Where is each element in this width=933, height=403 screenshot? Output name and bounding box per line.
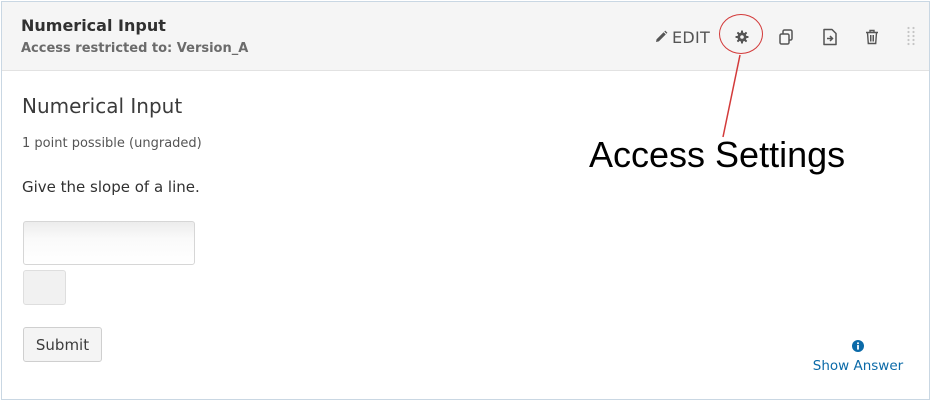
show-answer-label: Show Answer (812, 358, 904, 374)
component-title: Numerical Input (21, 16, 166, 35)
edit-label: EDIT (672, 27, 711, 47)
edit-button[interactable]: EDIT (654, 26, 710, 48)
xblock-header: Numerical Input Access restricted to: Ve… (2, 2, 929, 71)
show-answer-button[interactable]: Show Answer (810, 337, 906, 374)
question-text: Give the slope of a line. (22, 178, 200, 196)
drag-handle-icon (907, 26, 915, 46)
duplicate-icon (779, 29, 793, 45)
answer-status-indicator (23, 270, 66, 305)
drag-handle[interactable] (906, 26, 916, 48)
submit-button[interactable]: Submit (23, 327, 102, 362)
numerical-answer-input[interactable] (23, 221, 195, 265)
move-icon (823, 28, 837, 46)
move-button[interactable] (819, 26, 841, 48)
delete-button[interactable] (861, 26, 883, 48)
highlight-circle (719, 14, 763, 54)
access-restriction-text: Access restricted to: Version_A (21, 41, 249, 56)
pencil-icon (656, 30, 668, 42)
points-possible: 1 point possible (ungraded) (22, 136, 202, 151)
xblock-card: Numerical Input Access restricted to: Ve… (1, 1, 930, 400)
problem-title: Numerical Input (22, 94, 183, 118)
info-icon (852, 340, 864, 352)
answer-field[interactable] (24, 222, 194, 264)
access-settings-callout: Access Settings (589, 134, 846, 175)
duplicate-button[interactable] (775, 26, 797, 48)
trash-icon (866, 29, 878, 45)
